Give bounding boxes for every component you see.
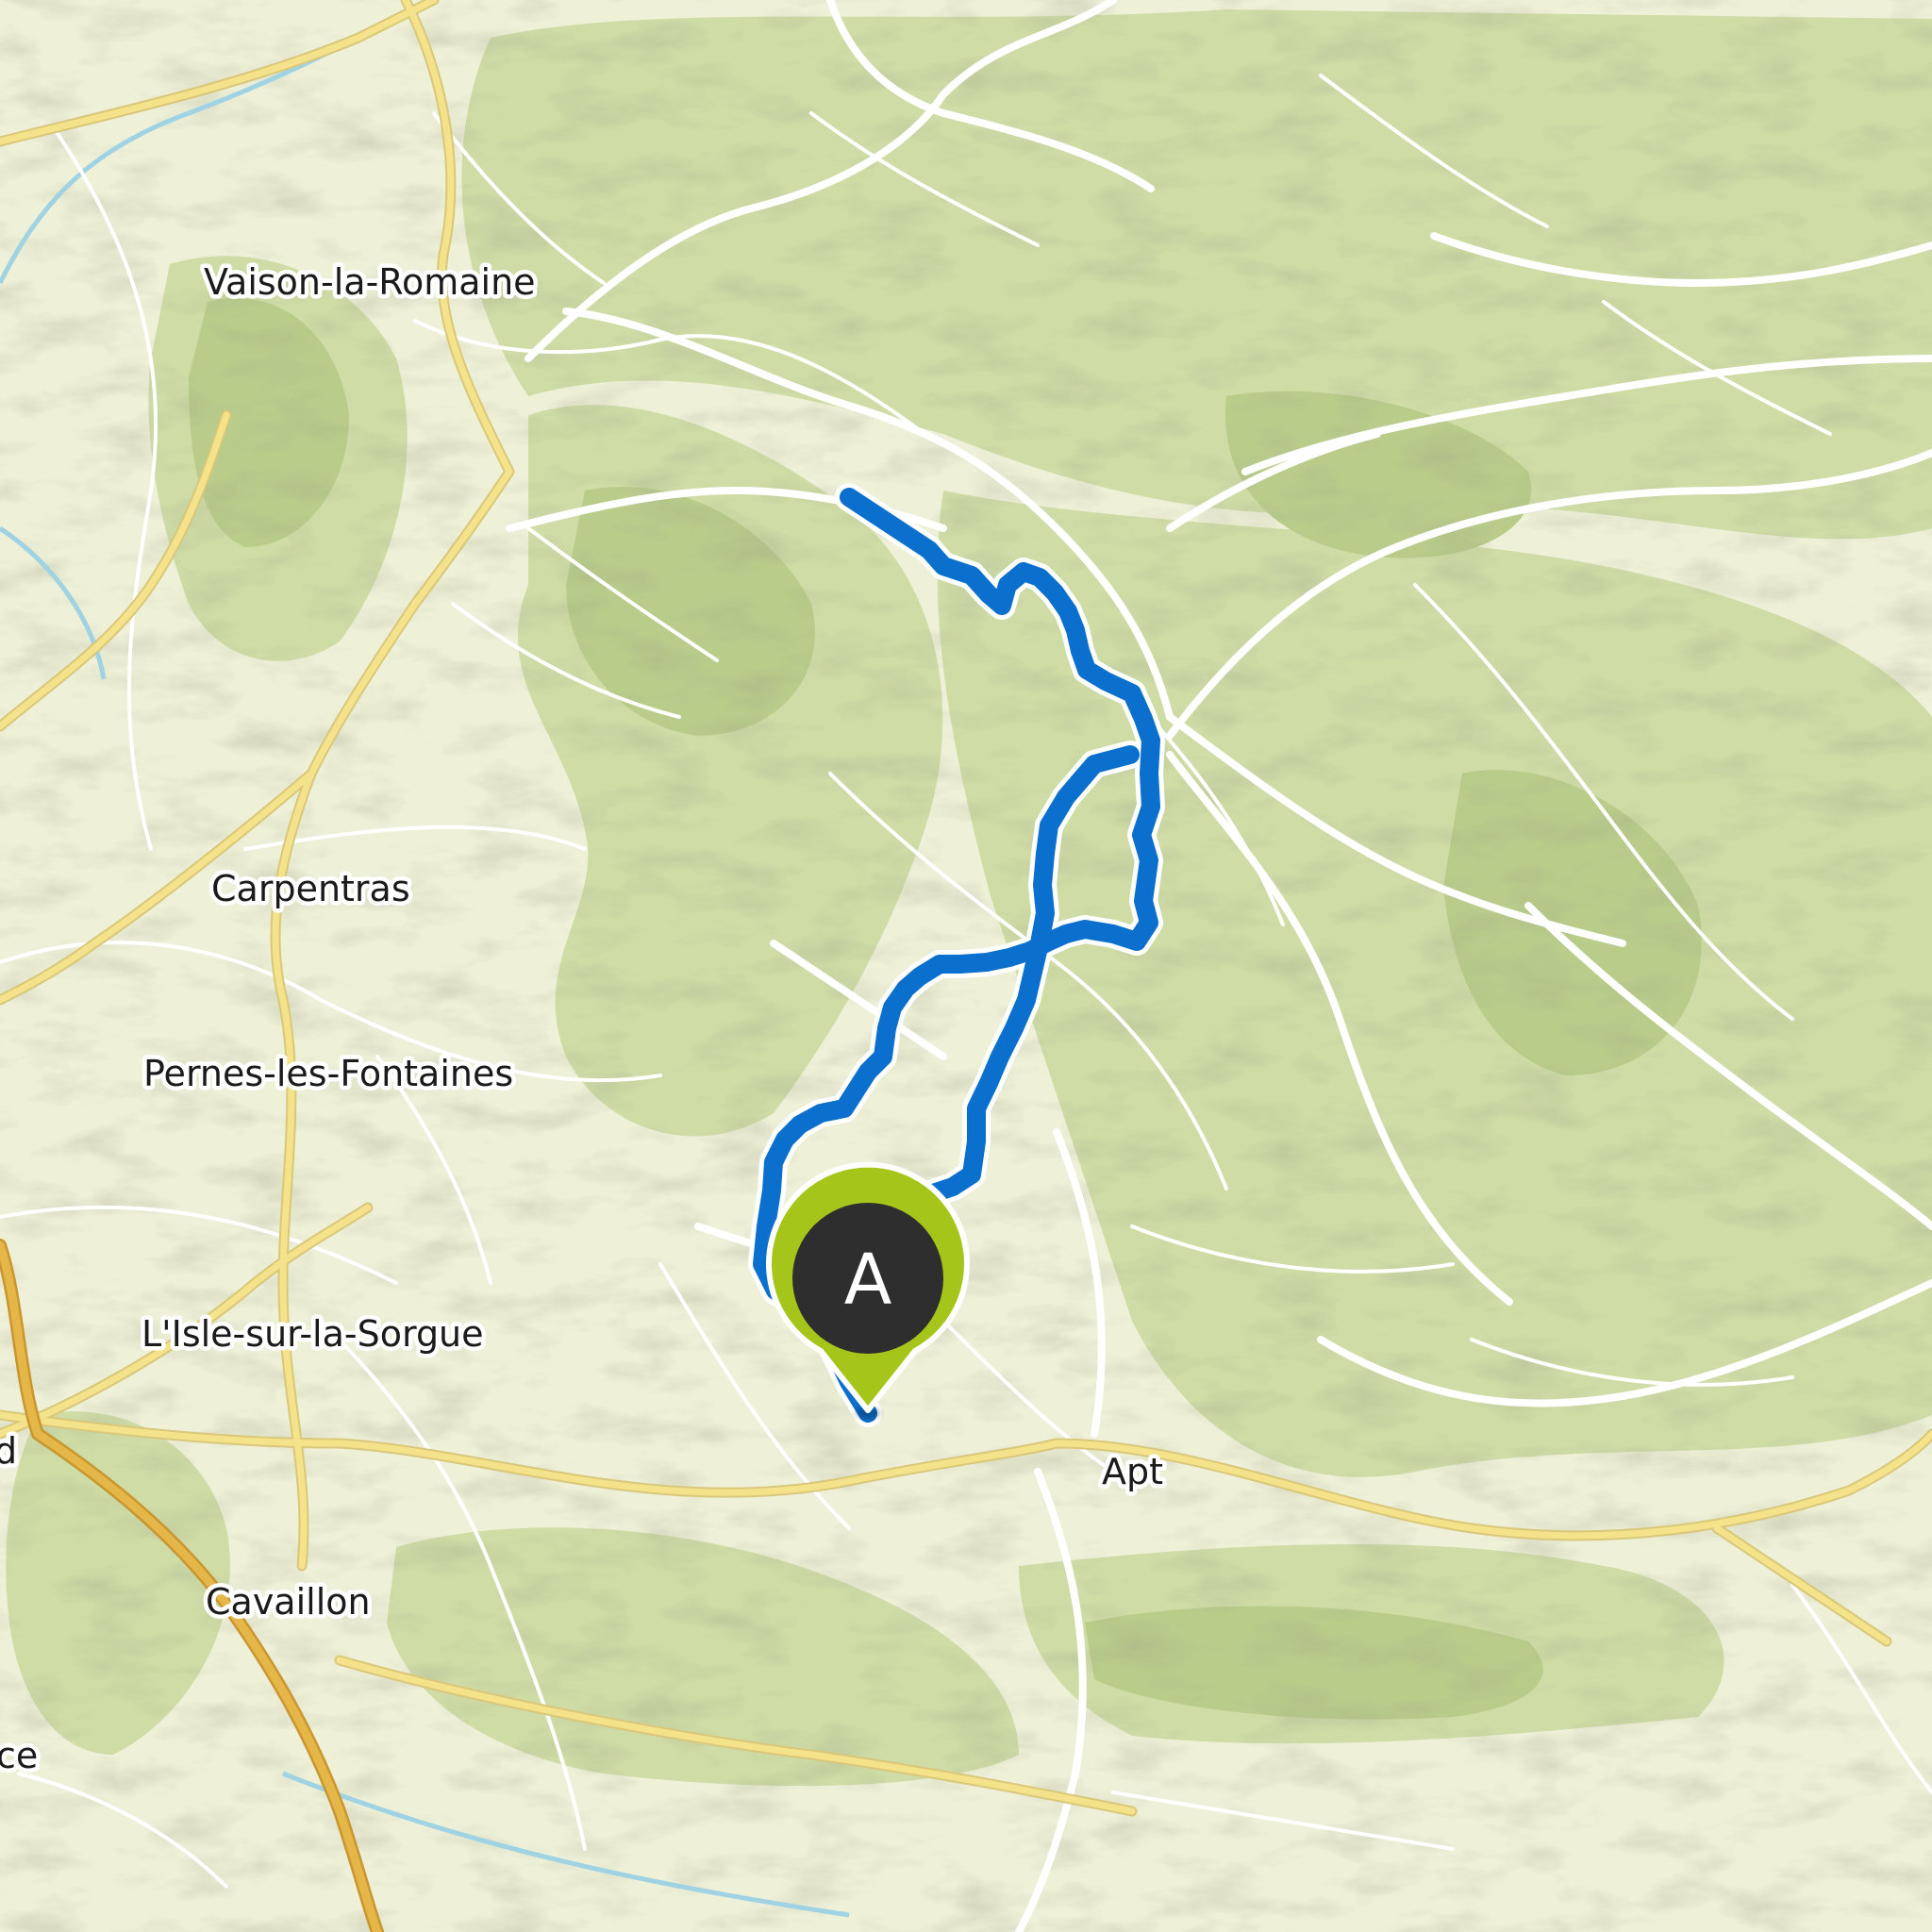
town-label-partial-bottom: ce (0, 1735, 38, 1776)
town-label-isle-sur-la-sorgue: L'Isle-sur-la-Sorgue (142, 1313, 484, 1355)
map-view[interactable]: Vaison-la-Romaine Carpentras Pernes-les-… (0, 0, 1932, 1932)
town-label-vaison: Vaison-la-Romaine (204, 261, 536, 303)
town-label-carpentras: Carpentras (211, 868, 410, 909)
town-label-cavaillon: Cavaillon (206, 1581, 371, 1623)
town-label-partial-left: d (0, 1430, 17, 1472)
town-label-apt: Apt (1102, 1451, 1163, 1492)
town-label-pernes: Pernes-les-Fontaines (143, 1053, 513, 1094)
marker-letter: A (844, 1240, 892, 1321)
